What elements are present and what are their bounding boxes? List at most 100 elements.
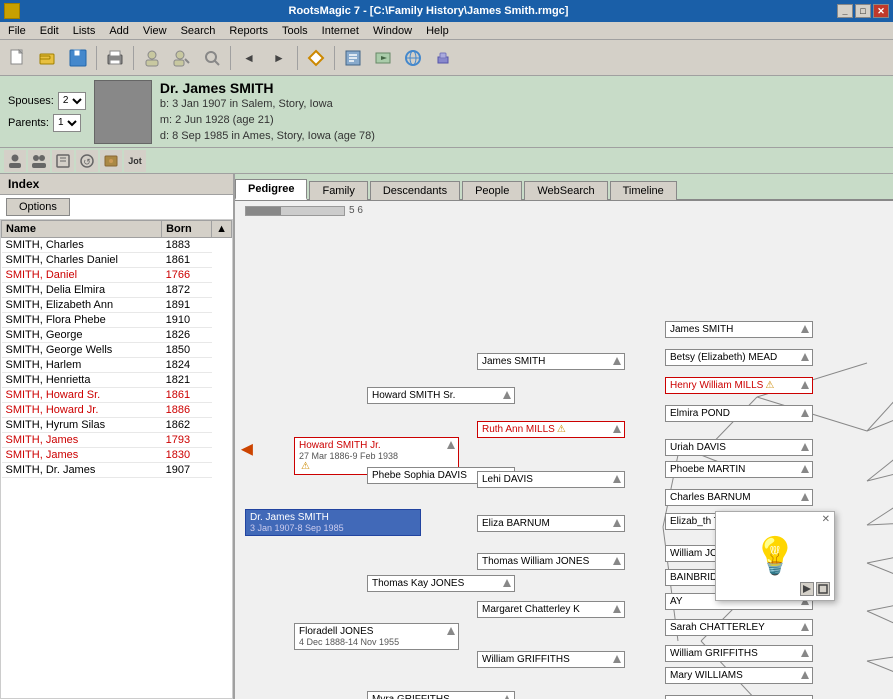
menu-reports[interactable]: Reports [223, 24, 274, 38]
index-table-row[interactable]: SMITH, Elizabeth Ann1891 [2, 298, 232, 313]
sub-btn-family[interactable] [28, 150, 50, 172]
pedigree-person-box[interactable]: Ruth Ann MILLS⚠ [477, 421, 625, 438]
index-table-row[interactable]: SMITH, Daniel1766 [2, 268, 232, 283]
minimize-btn[interactable]: _ [837, 4, 853, 18]
lightbulb-close-btn[interactable]: ✕ [822, 514, 830, 525]
index-name-cell: SMITH, Delia Elmira [2, 283, 162, 298]
pedigree-person-box[interactable]: Sarah CHATTERLEY [665, 619, 813, 636]
toolbar-forward[interactable]: ► [265, 44, 293, 72]
index-table-row[interactable]: SMITH, Dr. James1907 [2, 463, 232, 478]
tab-websearch[interactable]: WebSearch [524, 181, 607, 200]
index-table-row[interactable]: SMITH, Flora Phebe1910 [2, 313, 232, 328]
tab-timeline[interactable]: Timeline [610, 181, 677, 200]
menu-search[interactable]: Search [175, 24, 222, 38]
title-controls[interactable]: _ □ ✕ [837, 4, 889, 18]
pedigree-person-box[interactable]: Thomas William JONES [477, 553, 625, 570]
pedigree-person-box[interactable]: Lehi DAVIS [477, 471, 625, 488]
toolbar-save[interactable] [64, 44, 92, 72]
pedigree-person-box[interactable]: James SMITH [477, 353, 625, 370]
spouses-dropdown[interactable]: 2 [58, 92, 86, 110]
close-btn[interactable]: ✕ [873, 4, 889, 18]
index-name-cell: SMITH, Flora Phebe [2, 313, 162, 328]
toolbar-search-person[interactable] [198, 44, 226, 72]
pedigree-person-box[interactable]: William GRIFFITHS [665, 645, 813, 662]
menu-edit[interactable]: Edit [34, 24, 65, 38]
sub-btn-media[interactable] [100, 150, 122, 172]
pedigree-person-box[interactable]: Howard SMITH Sr. [367, 387, 515, 404]
index-table-row[interactable]: SMITH, Harlem1824 [2, 358, 232, 373]
pedigree-person-box[interactable]: James EVANS [665, 695, 813, 699]
toolbar-internet[interactable] [399, 44, 427, 72]
index-table[interactable]: Name Born ▲ SMITH, Charles1883SMITH, Cha… [0, 219, 233, 699]
sub-btn-jot[interactable]: Jot [124, 150, 146, 172]
index-table-row[interactable]: SMITH, Howard Jr.1886 [2, 403, 232, 418]
tab-pedigree[interactable]: Pedigree [235, 179, 307, 200]
pedigree-person-box[interactable]: Thomas Kay JONES [367, 575, 515, 592]
toolbar-print[interactable] [101, 44, 129, 72]
menu-lists[interactable]: Lists [67, 24, 102, 38]
pedigree-person-box[interactable]: Charles BARNUM [665, 489, 813, 506]
index-table-row[interactable]: SMITH, James1793 [2, 433, 232, 448]
index-table-row[interactable]: SMITH, Delia Elmira1872 [2, 283, 232, 298]
index-table-row[interactable]: SMITH, George1826 [2, 328, 232, 343]
toolbar-back[interactable]: ◄ [235, 44, 263, 72]
index-born-cell: 1830 [162, 448, 212, 463]
tab-family[interactable]: Family [309, 181, 367, 200]
pedigree-person-box[interactable]: Betsy (Elizabeth) MEAD [665, 349, 813, 366]
sub-btn-facts[interactable] [52, 150, 74, 172]
pedigree-person-box[interactable]: William GRIFFITHS [477, 651, 625, 668]
menu-internet[interactable]: Internet [316, 24, 365, 38]
lightbulb-action-1[interactable] [800, 582, 814, 596]
toolbar-edit-person[interactable] [168, 44, 196, 72]
index-name-cell: SMITH, George Wells [2, 343, 162, 358]
toolbar-reports[interactable] [339, 44, 367, 72]
index-table-row[interactable]: SMITH, George Wells1850 [2, 343, 232, 358]
maximize-btn[interactable]: □ [855, 4, 871, 18]
pedigree-person-icon [800, 380, 810, 392]
index-table-row[interactable]: SMITH, Howard Sr.1861 [2, 388, 232, 403]
menu-tools[interactable]: Tools [276, 24, 314, 38]
sub-btn-person[interactable] [4, 150, 26, 172]
scroll-thumb[interactable] [246, 207, 281, 215]
index-table-row[interactable]: SMITH, Charles Daniel1861 [2, 253, 232, 268]
index-table-row[interactable]: SMITH, James1830 [2, 448, 232, 463]
menu-window[interactable]: Window [367, 24, 418, 38]
sub-toolbar: ↺ Jot [0, 148, 893, 174]
index-table-row[interactable]: SMITH, Charles1883 [2, 238, 232, 253]
pedigree-person-box[interactable]: Phoebe MARTIN [665, 461, 813, 478]
sub-btn-notes[interactable]: ↺ [76, 150, 98, 172]
menu-add[interactable]: Add [103, 24, 135, 38]
pedigree-person-box[interactable]: Margaret Chatterley K [477, 601, 625, 618]
pedigree-person-box[interactable]: Mary WILLIAMS [665, 667, 813, 684]
tab-people[interactable]: People [462, 181, 522, 200]
index-table-row[interactable]: SMITH, Henrietta1821 [2, 373, 232, 388]
app-icon [4, 3, 20, 19]
index-born-cell: 1861 [162, 253, 212, 268]
toolbar-new[interactable] [4, 44, 32, 72]
toolbar-add-person[interactable] [138, 44, 166, 72]
menu-view[interactable]: View [137, 24, 173, 38]
index-table-row[interactable]: SMITH, Hyrum Silas1862 [2, 418, 232, 433]
nav-arrow-left[interactable]: ◄ [237, 439, 257, 462]
pedigree-person-box[interactable]: Floradell JONES4 Dec 1888-14 Nov 1955 [294, 623, 459, 650]
pedigree-person-box[interactable]: Dr. James SMITH3 Jan 1907-8 Sep 1985 [245, 509, 421, 536]
pedigree-person-box[interactable]: Henry William MILLS⚠ [665, 377, 813, 394]
menu-help[interactable]: Help [420, 24, 455, 38]
index-born-cell: 1907 [162, 463, 212, 478]
options-button[interactable]: Options [6, 198, 70, 216]
scroll-track[interactable] [245, 206, 345, 216]
toolbar-tools[interactable] [429, 44, 457, 72]
toolbar-media[interactable] [369, 44, 397, 72]
tab-descendants[interactable]: Descendants [370, 181, 460, 200]
pedigree-person-box[interactable]: Myra GRIFFITHS [367, 691, 515, 699]
index-born-cell: 1910 [162, 313, 212, 328]
pedigree-person-box[interactable]: Eliza BARNUM [477, 515, 625, 532]
menu-file[interactable]: File [2, 24, 32, 38]
pedigree-person-box[interactable]: James SMITH [665, 321, 813, 338]
toolbar-open[interactable] [34, 44, 62, 72]
pedigree-person-box[interactable]: Elmira POND [665, 405, 813, 422]
parents-dropdown[interactable]: 1 [53, 114, 81, 132]
lightbulb-action-2[interactable] [816, 582, 830, 596]
pedigree-person-box[interactable]: Uriah DAVIS [665, 439, 813, 456]
toolbar-pedigree[interactable] [302, 44, 330, 72]
